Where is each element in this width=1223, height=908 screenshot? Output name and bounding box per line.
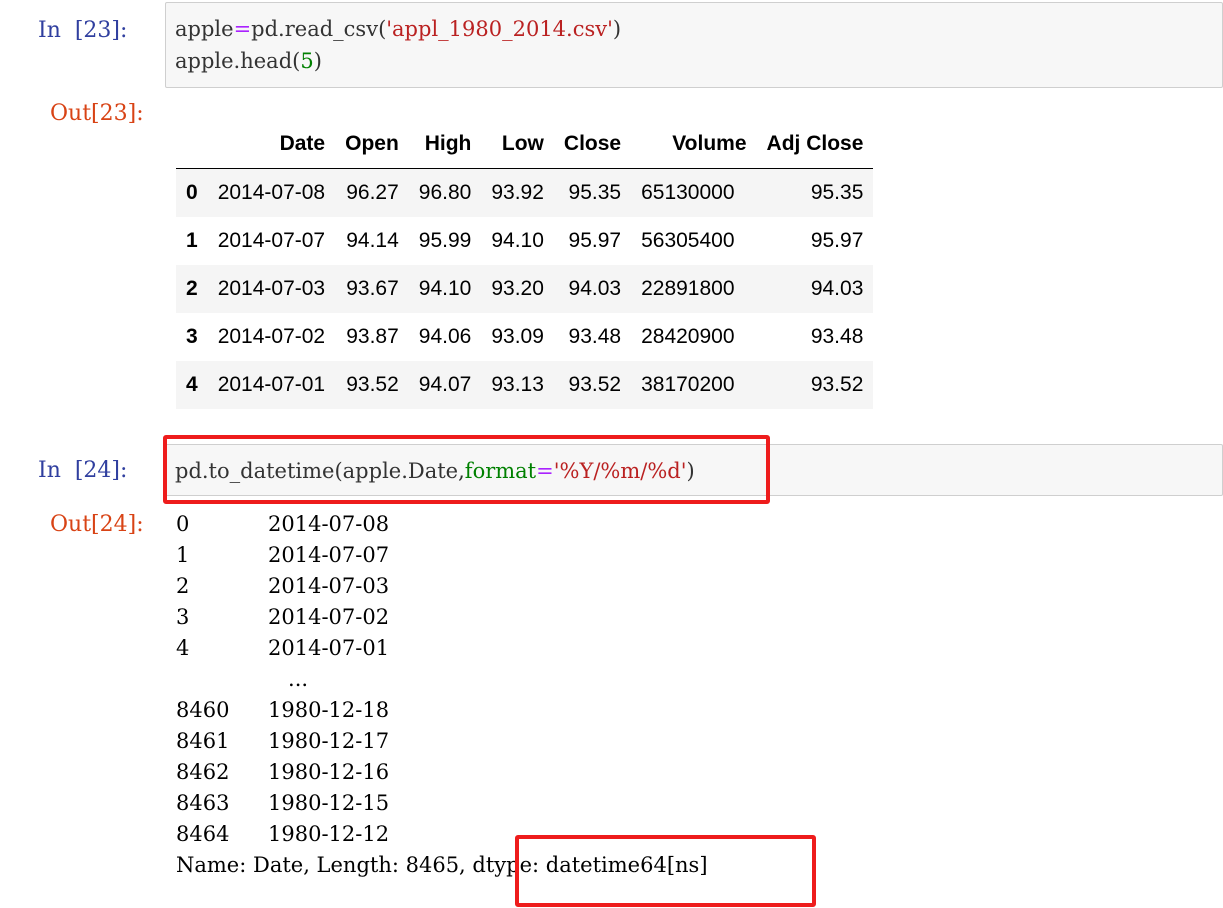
table-cell: 94.07 [418, 373, 472, 396]
series-value: 1980-12-18 [268, 698, 390, 722]
index-header [176, 120, 208, 169]
table-cell: 93.87 [346, 325, 399, 348]
series-value: 2014-07-01 [268, 636, 390, 660]
series-index: 4 [176, 636, 190, 660]
series-index: 8464 [176, 822, 230, 846]
table-cell: 94.03 [568, 277, 622, 300]
table-header-row: Date Open High Low Close Volume Adj Close [176, 120, 874, 169]
table-cell: 2014-07-08 [217, 181, 326, 204]
table-cell: 93.52 [346, 373, 399, 396]
code-line-to-datetime: pd.to_datetime(apple.Date,format='%Y/%m/… [175, 459, 695, 483]
table-cell: 93.48 [568, 325, 622, 348]
table-cell: 93.48 [810, 325, 864, 348]
table-cell: 28420900 [641, 325, 735, 348]
table-cell: 22891800 [641, 277, 735, 300]
table-cell: 96.27 [346, 181, 399, 204]
code-line-read-csv: apple=pd.read_csv('appl_1980_2014.csv') [175, 17, 622, 41]
table-cell: 93.09 [491, 325, 544, 348]
series-value: 2014-07-03 [268, 574, 390, 598]
series-value: 2014-07-02 [268, 605, 390, 629]
table-cell: 2014-07-03 [217, 277, 326, 300]
in-prompt-23: In [23]: [38, 18, 128, 43]
table-cell: 95.99 [418, 229, 472, 252]
out-prompt-24: Out[24]: [50, 512, 144, 537]
table-cell: 56305400 [641, 229, 735, 252]
series-value: 1980-12-15 [268, 791, 390, 815]
series-value: ... [268, 667, 309, 691]
series-index: 0 [176, 512, 190, 536]
table-cell: 38170200 [641, 373, 735, 396]
series-footer: Name: Date, Length: 8465, dtype: datetim… [176, 853, 708, 877]
series-value: 1980-12-16 [268, 760, 390, 784]
table-cell: 94.10 [418, 277, 472, 300]
series-value: 1980-12-17 [268, 729, 390, 753]
code-cell-24[interactable]: pd.to_datetime(apple.Date,format='%Y/%m/… [165, 444, 1223, 496]
table-row: 4 2014-07-01 93.52 94.07 93.13 93.52 38170200 9… [176, 361, 874, 409]
row-index: 3 [186, 325, 198, 348]
table-cell: 93.67 [346, 277, 399, 300]
row-index: 1 [186, 229, 198, 252]
table-row: 3 2014-07-02 93.87 94.06 93.09 93.48 28420900 9… [176, 313, 873, 361]
table-cell: 95.35 [810, 181, 864, 204]
table-cell: 95.97 [568, 229, 622, 252]
series-index: 8460 [176, 698, 230, 722]
table-row: 0 2014-07-08 96.27 96.80 93.92 95.35 65130000 9… [176, 168, 874, 217]
table-cell: 2014-07-07 [217, 229, 326, 252]
table-cell: 2014-07-01 [217, 373, 326, 396]
table-row: 2 2014-07-03 93.67 94.10 93.20 94.03 22891800 9… [176, 265, 874, 313]
series-index: 8462 [176, 760, 230, 784]
table-cell: 95.97 [810, 229, 864, 252]
column-header: High [408, 120, 482, 169]
code-line-head: apple.head(5) [175, 49, 322, 73]
dataframe-table: Date Open High Low Close Volume Adj Close 0 201… [176, 120, 874, 409]
series-value: 2014-07-08 [268, 512, 390, 536]
column-header: Close [553, 120, 632, 169]
table-cell: 65130000 [641, 181, 735, 204]
out-prompt-23: Out[23]: [50, 101, 144, 126]
table-cell: 93.13 [491, 373, 544, 396]
series-index: 2 [176, 574, 190, 598]
series-index: 8463 [176, 791, 230, 815]
series-index: 8461 [176, 729, 230, 753]
column-header: Open [335, 120, 409, 169]
table-cell: 93.20 [491, 277, 544, 300]
table-cell: 94.14 [346, 229, 399, 252]
row-index: 4 [186, 373, 198, 396]
series-value: 2014-07-07 [268, 543, 390, 567]
in-prompt-24: In [24]: [38, 458, 128, 483]
table-cell: 96.80 [418, 181, 472, 204]
table-cell: 93.92 [491, 181, 544, 204]
table-row: 1 2014-07-07 94.14 95.99 94.10 95.97 56305400 9… [176, 217, 873, 265]
table-cell: 2014-07-02 [217, 325, 326, 348]
table-cell: 93.52 [568, 373, 622, 396]
column-header: Volume [631, 120, 757, 169]
table-cell: 95.35 [568, 181, 622, 204]
table-cell: 94.10 [491, 229, 544, 252]
table-cell: 94.06 [418, 325, 472, 348]
table-cell: 94.03 [810, 277, 864, 300]
table-cell: 93.52 [810, 373, 864, 396]
code-cell-23[interactable]: apple=pd.read_csv('appl_1980_2014.csv') … [165, 2, 1223, 88]
row-index: 2 [186, 277, 198, 300]
series-index: 1 [176, 543, 190, 567]
series-index: 3 [176, 605, 190, 629]
column-header: Date [207, 120, 336, 169]
column-header: Low [481, 120, 554, 169]
series-value: 1980-12-12 [268, 822, 390, 846]
row-index: 0 [186, 181, 198, 204]
column-header: Adj Close [756, 120, 874, 169]
